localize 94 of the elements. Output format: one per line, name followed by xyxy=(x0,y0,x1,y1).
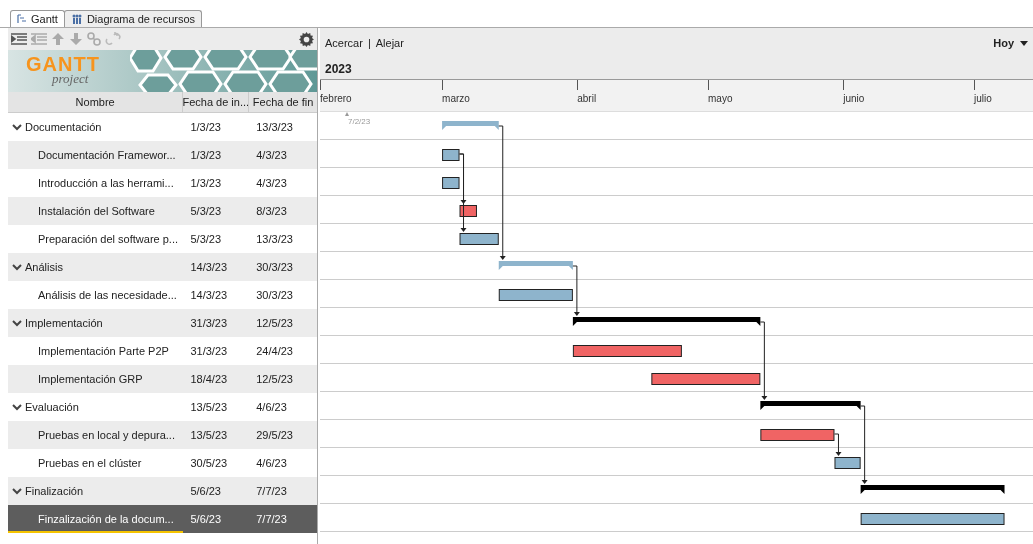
start-date: 5/6/23 xyxy=(189,483,222,499)
chevron-icon[interactable] xyxy=(12,319,22,327)
start-date: 14/3/23 xyxy=(189,259,229,275)
summary-bar[interactable] xyxy=(760,401,861,410)
summary-bar[interactable] xyxy=(572,317,761,326)
task-name: Instalación del Software xyxy=(38,203,155,219)
start-date: 1/3/23 xyxy=(189,119,222,135)
today-dropdown[interactable]: Hoy xyxy=(993,35,1028,52)
start-date: 31/3/23 xyxy=(189,343,229,359)
start-date: 31/3/23 xyxy=(189,315,229,331)
end-date: 12/5/23 xyxy=(255,371,294,387)
start-date: 18/4/23 xyxy=(189,371,229,387)
task-bar[interactable] xyxy=(834,457,861,469)
end-date: 4/6/23 xyxy=(255,455,288,471)
start-date: 5/3/23 xyxy=(189,203,223,219)
indent-icon[interactable] xyxy=(11,33,27,45)
end-date: 13/3/23 xyxy=(255,231,294,247)
logo-title: GANTT xyxy=(26,54,100,74)
end-date: 24/4/23 xyxy=(255,343,294,359)
month-label: julio xyxy=(974,92,992,106)
task-row[interactable]: Instalación del Software 5/3/23 8/3/23 xyxy=(8,197,317,225)
task-name: Implementación xyxy=(25,315,103,331)
start-date: 13/5/23 xyxy=(189,399,229,415)
task-name: Documentación Framewor... xyxy=(38,147,176,163)
end-date: 4/6/23 xyxy=(255,399,288,415)
task-name: Análisis de las necesidade... xyxy=(38,287,177,303)
task-bar[interactable] xyxy=(442,177,460,189)
start-date: 30/5/23 xyxy=(189,455,229,471)
start-date: 1/3/23 xyxy=(189,147,223,163)
task-name: Preparación del software p... xyxy=(38,231,179,247)
month-label: abril xyxy=(577,92,597,106)
tab[interactable]: Gantt xyxy=(10,10,65,27)
chevron-icon[interactable] xyxy=(12,403,22,411)
end-date: 4/3/23 xyxy=(255,175,288,191)
end-date: 7/7/23 xyxy=(255,511,288,527)
task-name: Finzalización de la docum... xyxy=(38,511,174,527)
task-row[interactable]: Finalización 5/6/23 7/7/23 xyxy=(8,477,317,505)
settings-icon[interactable] xyxy=(299,31,314,47)
end-date: 4/3/23 xyxy=(255,147,288,163)
month-label: mayo xyxy=(708,92,733,106)
end-date: 30/3/23 xyxy=(255,287,294,303)
task-row[interactable]: Pruebas en local y depura... 13/5/23 29/5/23 xyxy=(8,421,317,449)
task-bar[interactable] xyxy=(760,429,835,441)
task-bar[interactable] xyxy=(651,373,761,385)
start-date: 13/5/23 xyxy=(189,427,229,443)
logo-subtitle: project xyxy=(52,72,90,85)
end-date: 30/3/23 xyxy=(255,259,294,275)
task-name: Introducción a las herrami... xyxy=(38,175,174,191)
task-name: Finalización xyxy=(25,483,84,499)
task-name: Documentación xyxy=(25,119,102,135)
zoom-out-link[interactable]: Alejar xyxy=(375,35,404,52)
start-date: 5/3/23 xyxy=(189,231,223,247)
task-name: Pruebas en el clúster xyxy=(38,455,142,471)
task-name: Evaluación xyxy=(25,399,79,415)
month-label: marzo xyxy=(442,92,470,106)
task-bar[interactable] xyxy=(572,345,682,357)
end-date: 7/7/23 xyxy=(255,483,288,499)
column-header[interactable]: Fecha de fin xyxy=(248,92,317,112)
chevron-icon[interactable] xyxy=(12,263,22,271)
start-date: 1/3/23 xyxy=(189,175,223,191)
end-date: 29/5/23 xyxy=(255,427,294,443)
task-row[interactable]: Finzalización de la docum... 5/6/23 7/7/23 xyxy=(8,505,317,533)
task-bar[interactable] xyxy=(860,513,1005,525)
gantt-icon xyxy=(17,14,27,24)
task-bar[interactable] xyxy=(459,233,499,245)
chevron-icon[interactable] xyxy=(12,123,22,131)
task-name: Análisis xyxy=(25,259,63,275)
column-header[interactable]: Fecha de in... xyxy=(182,92,249,112)
column-header[interactable]: Nombre xyxy=(8,92,183,112)
task-row[interactable]: Análisis 14/3/23 30/3/23 xyxy=(8,253,317,281)
chevron-icon[interactable] xyxy=(12,487,22,495)
task-name: Implementación Parte P2P xyxy=(38,343,169,359)
month-label: junio xyxy=(843,92,865,106)
task-bar[interactable] xyxy=(442,149,460,161)
people-icon xyxy=(70,14,83,24)
task-bar[interactable] xyxy=(459,205,477,217)
zoom-in-link[interactable]: Acercar xyxy=(325,35,363,52)
task-name: Pruebas en local y depura... xyxy=(38,427,175,443)
end-date: 13/3/23 xyxy=(255,119,294,135)
caret-icon xyxy=(1020,40,1028,46)
start-date: 14/3/23 xyxy=(189,287,229,303)
tab[interactable]: Diagrama de recursos xyxy=(63,10,203,27)
summary-bar[interactable] xyxy=(860,485,1005,494)
year-label: 2023 xyxy=(325,60,353,78)
month-label: febrero xyxy=(320,92,352,106)
end-date: 12/5/23 xyxy=(255,315,294,331)
task-bar[interactable] xyxy=(498,289,573,301)
task-row[interactable]: Documentación Framewor... 1/3/23 4/3/23 xyxy=(8,141,317,169)
separator: | xyxy=(367,36,371,51)
task-name: Implementación GRP xyxy=(38,371,143,387)
end-date: 8/3/23 xyxy=(255,203,288,219)
start-date: 5/6/23 xyxy=(189,511,223,527)
task-row[interactable]: Implementación GRP 18/4/23 12/5/23 xyxy=(8,365,317,393)
task-row[interactable]: Implementación 31/3/23 12/5/23 xyxy=(8,309,317,337)
